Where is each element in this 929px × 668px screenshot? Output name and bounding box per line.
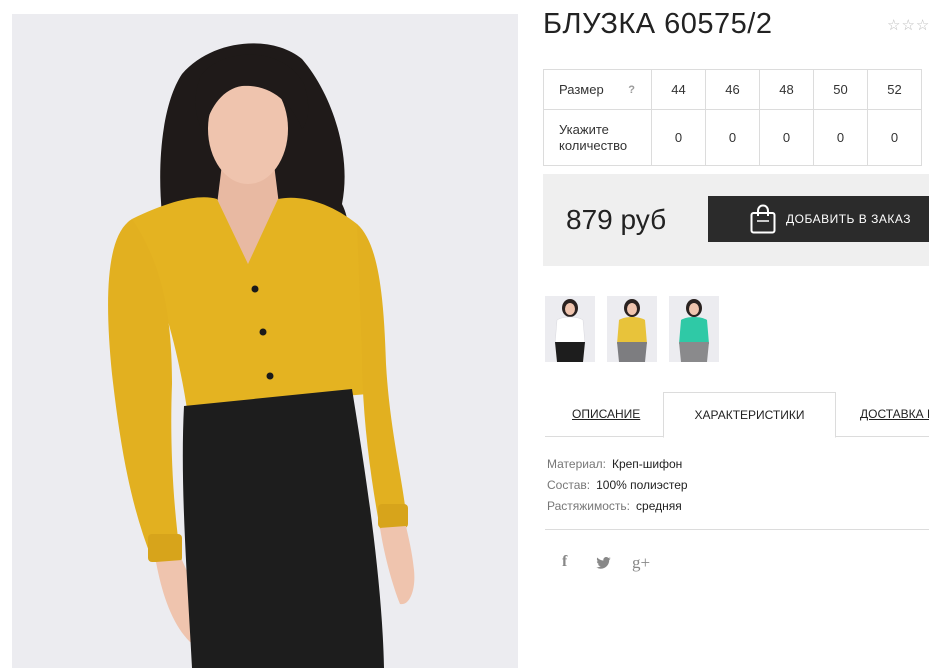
- facebook-icon[interactable]: f: [562, 553, 567, 571]
- tab-delivery[interactable]: ДОСТАВКА И: [860, 392, 929, 436]
- quantity-input-50[interactable]: 0: [813, 109, 868, 166]
- quantity-input-48[interactable]: 0: [759, 109, 814, 166]
- list-item: Материал: Креп-шифон: [547, 454, 688, 475]
- characteristic-key: Растяжимость:: [547, 499, 631, 513]
- twitter-icon[interactable]: [596, 556, 611, 573]
- quantity-input-44[interactable]: 0: [651, 109, 706, 166]
- white-blouse-thumbnail-icon: [554, 299, 586, 362]
- price-box: 879 руб ДОБАВИТЬ В ЗАКАЗ: [543, 174, 929, 266]
- size-44: 44: [651, 69, 706, 110]
- add-to-order-label: ДОБАВИТЬ В ЗАКАЗ: [786, 212, 911, 226]
- size-50: 50: [813, 69, 868, 110]
- thumbnail-white[interactable]: [545, 296, 595, 362]
- mint-blouse-thumbnail-icon: [679, 299, 709, 362]
- size-label: Размер: [559, 81, 604, 97]
- tab-delivery-label: ДОСТАВКА И: [860, 407, 929, 421]
- product-title: БЛУЗКА 60575/2: [543, 8, 773, 40]
- thumbnail-yellow[interactable]: [607, 296, 657, 362]
- characteristic-value: 100% полиэстер: [596, 478, 688, 492]
- characteristic-key: Состав:: [547, 478, 591, 492]
- size-48: 48: [759, 69, 814, 110]
- characteristic-value: Креп-шифон: [611, 457, 683, 471]
- size-help-icon[interactable]: ?: [628, 82, 635, 98]
- size-table: Размер ? 44 46 48 50 52 Укажите количест…: [543, 69, 922, 166]
- tab-characteristics-label: ХАРАКТЕРИСТИКИ: [694, 408, 805, 422]
- section-divider: [545, 529, 929, 530]
- product-photo[interactable]: [12, 14, 518, 668]
- thumbnail-mint[interactable]: [669, 296, 719, 362]
- model-illustration: [12, 14, 518, 668]
- shopping-bag-icon: [750, 204, 776, 234]
- characteristic-key: Материал:: [547, 457, 606, 471]
- googleplus-icon[interactable]: g+: [632, 553, 650, 573]
- rating-stars-icon[interactable]: ☆☆☆: [887, 16, 929, 34]
- price: 879 руб: [566, 204, 667, 235]
- characteristic-value: средняя: [636, 499, 682, 513]
- characteristics-list: Материал: Креп-шифон Состав: 100% полиэсте…: [547, 454, 688, 517]
- size-46: 46: [705, 69, 760, 110]
- yellow-blouse-thumbnail-icon: [617, 299, 647, 362]
- tab-description-label: ОПИСАНИЕ: [572, 407, 641, 421]
- tab-characteristics[interactable]: ХАРАКТЕРИСТИКИ: [663, 392, 836, 438]
- quantity-input-46[interactable]: 0: [705, 109, 760, 166]
- list-item: Растяжимость: средняя: [547, 496, 688, 517]
- size-label-cell: Размер ?: [543, 69, 652, 110]
- size-52: 52: [867, 69, 922, 110]
- quantity-input-52[interactable]: 0: [867, 109, 922, 166]
- product-tabs: ОПИСАНИЕ ХАРАКТЕРИСТИКИ ДОСТАВКА И: [545, 392, 929, 438]
- list-item: Состав: 100% полиэстер: [547, 475, 688, 496]
- add-to-order-button[interactable]: ДОБАВИТЬ В ЗАКАЗ: [708, 196, 929, 242]
- quantity-label: Укажите количество: [543, 109, 652, 166]
- tab-description[interactable]: ОПИСАНИЕ: [572, 392, 640, 436]
